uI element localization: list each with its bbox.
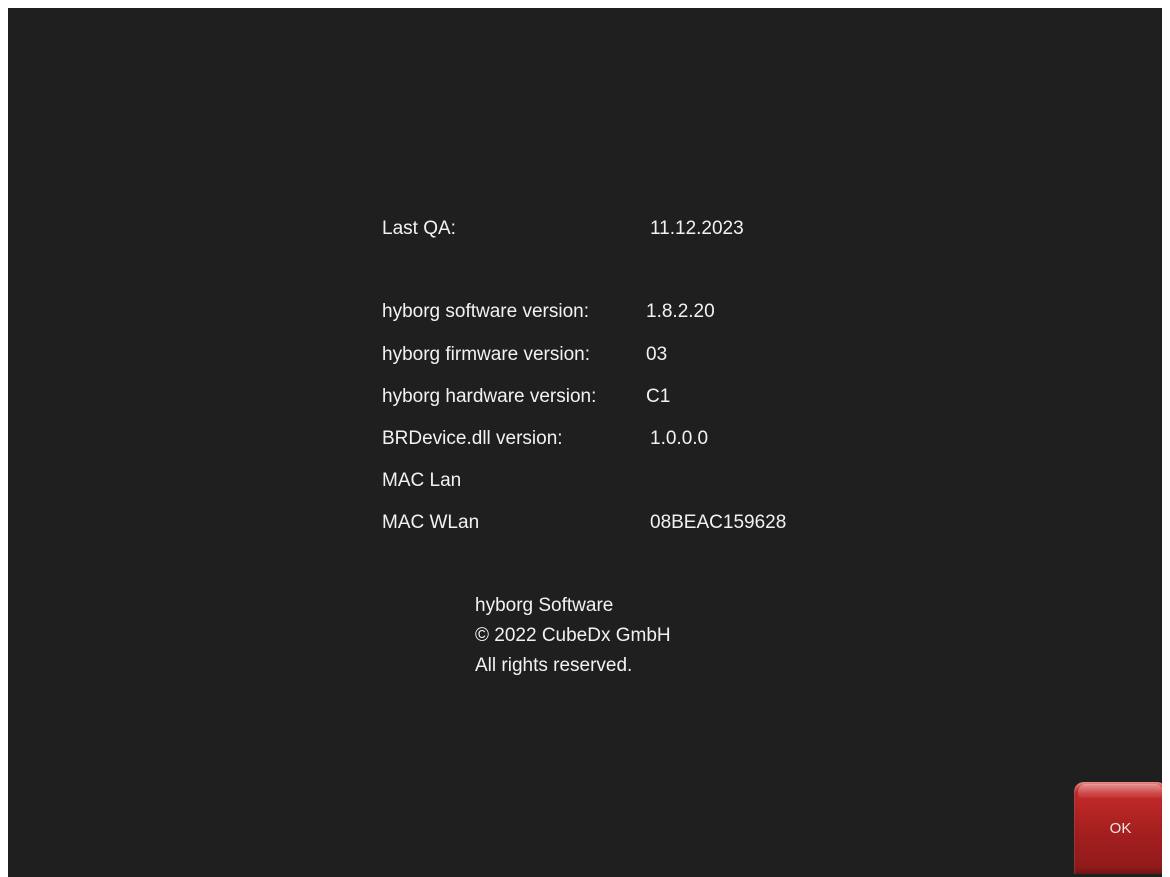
copyright-notice: © 2022 CubeDx GmbH xyxy=(475,625,671,646)
copyright-block: hyborg Software © 2022 CubeDx GmbH All r… xyxy=(475,591,671,681)
firmware-version-value: 03 xyxy=(646,344,668,365)
firmware-version-row: hyborg firmware version: 03 xyxy=(382,342,982,368)
firmware-version-label: hyborg firmware version: xyxy=(382,344,591,365)
about-screen: Last QA: 11.12.2023 hyborg software vers… xyxy=(8,8,1162,877)
last-qa-label: Last QA: xyxy=(382,218,456,239)
dll-version-value: 1.0.0.0 xyxy=(650,428,709,449)
hardware-version-label: hyborg hardware version: xyxy=(382,386,597,407)
hardware-version-value: C1 xyxy=(646,386,671,407)
dll-version-label: BRDevice.dll version: xyxy=(382,428,563,449)
last-qa-row: Last QA: 11.12.2023 xyxy=(382,216,982,242)
mac-wlan-value: 08BEAC159628 xyxy=(650,512,787,533)
software-version-label: hyborg software version: xyxy=(382,301,589,322)
software-version-value: 1.8.2.20 xyxy=(646,301,715,322)
mac-wlan-label: MAC WLan xyxy=(382,512,480,533)
software-version-row: hyborg software version: 1.8.2.20 xyxy=(382,299,982,325)
rights-notice: All rights reserved. xyxy=(475,655,633,676)
ok-button[interactable]: OK xyxy=(1074,782,1162,874)
product-name: hyborg Software xyxy=(475,595,614,616)
mac-wlan-row: MAC WLan 08BEAC159628 xyxy=(382,510,982,536)
ok-button-label: OK xyxy=(1109,819,1132,837)
last-qa-value: 11.12.2023 xyxy=(650,218,744,239)
dll-version-row: BRDevice.dll version: 1.0.0.0 xyxy=(382,426,982,452)
hardware-version-row: hyborg hardware version: C1 xyxy=(382,384,982,410)
mac-lan-row: MAC Lan xyxy=(382,468,982,494)
mac-lan-label: MAC Lan xyxy=(382,470,462,491)
button-gloss xyxy=(1078,784,1162,798)
